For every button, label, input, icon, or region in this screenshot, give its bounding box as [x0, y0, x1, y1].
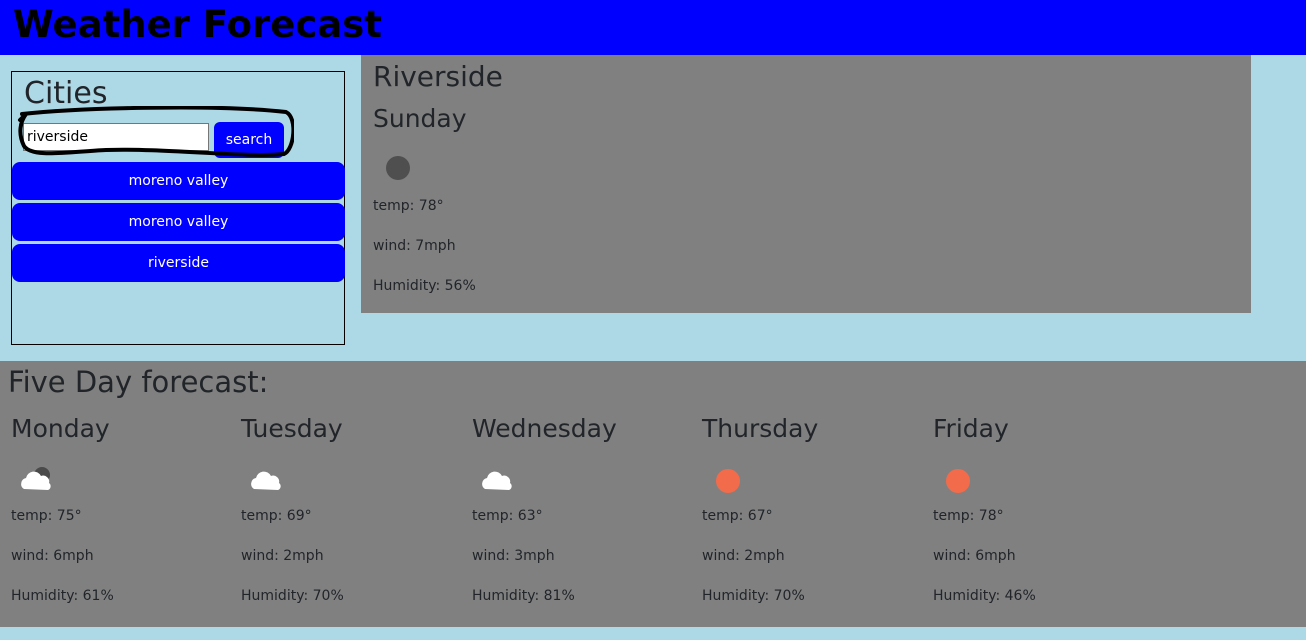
forecast-humidity: Humidity: 70%: [702, 588, 805, 604]
forecast-day-card: Monday temp: 75° wind: 6mph Humidity: 61…: [11, 407, 231, 617]
search-button[interactable]: search: [214, 122, 284, 158]
five-day-forecast-panel: Five Day forecast: Monday temp: 75° wind…: [0, 361, 1306, 627]
cloud-icon: [251, 471, 281, 490]
forecast-day-name: Monday: [11, 414, 110, 443]
page-title: Weather Forecast: [13, 3, 382, 46]
forecast-wind: wind: 3mph: [472, 548, 555, 564]
forecast-day-name: Tuesday: [241, 414, 343, 443]
forecast-day-name: Thursday: [702, 414, 819, 443]
current-wind: wind: 7mph: [373, 238, 456, 254]
cloud-icon: [482, 471, 512, 490]
forecast-day-name: Wednesday: [472, 414, 617, 443]
history-city-button[interactable]: riverside: [12, 244, 345, 282]
cities-panel: Cities search moreno valley moreno valle…: [11, 71, 345, 345]
forecast-day-name: Friday: [933, 414, 1009, 443]
sun-icon: [946, 469, 970, 493]
current-humidity: Humidity: 56%: [373, 278, 476, 294]
forecast-humidity: Humidity: 70%: [241, 588, 344, 604]
forecast-day-card: Wednesday temp: 63° wind: 3mph Humidity:…: [472, 407, 692, 617]
header-bar: Weather Forecast: [0, 0, 1306, 55]
partly-cloudy-icon: [21, 467, 51, 490]
forecast-day-card: Thursday temp: 67° wind: 2mph Humidity: …: [702, 407, 922, 617]
forecast-temp: temp: 63°: [472, 508, 543, 524]
forecast-temp: temp: 75°: [11, 508, 82, 524]
forecast-temp: temp: 78°: [933, 508, 1004, 524]
forecast-wind: wind: 2mph: [702, 548, 785, 564]
forecast-humidity: Humidity: 61%: [11, 588, 114, 604]
forecast-title: Five Day forecast:: [8, 365, 269, 399]
forecast-wind: wind: 2mph: [241, 548, 324, 564]
dark-dot-icon: [386, 156, 410, 180]
cities-title: Cities: [24, 76, 108, 111]
current-day: Sunday: [373, 104, 467, 133]
current-city-name: Riverside: [373, 60, 503, 93]
forecast-temp: temp: 67°: [702, 508, 773, 524]
forecast-temp: temp: 69°: [241, 508, 312, 524]
city-search-input[interactable]: [23, 123, 209, 151]
history-city-button[interactable]: moreno valley: [12, 203, 345, 241]
forecast-wind: wind: 6mph: [933, 548, 1016, 564]
sun-icon: [716, 469, 740, 493]
current-temp: temp: 78°: [373, 198, 444, 214]
forecast-humidity: Humidity: 81%: [472, 588, 575, 604]
history-city-button[interactable]: moreno valley: [12, 162, 345, 200]
forecast-humidity: Humidity: 46%: [933, 588, 1036, 604]
forecast-wind: wind: 6mph: [11, 548, 94, 564]
current-weather-panel: Riverside Sunday temp: 78° wind: 7mph Hu…: [361, 55, 1251, 313]
forecast-day-card: Friday temp: 78° wind: 6mph Humidity: 46…: [933, 407, 1153, 617]
forecast-day-card: Tuesday temp: 69° wind: 2mph Humidity: 7…: [241, 407, 461, 617]
